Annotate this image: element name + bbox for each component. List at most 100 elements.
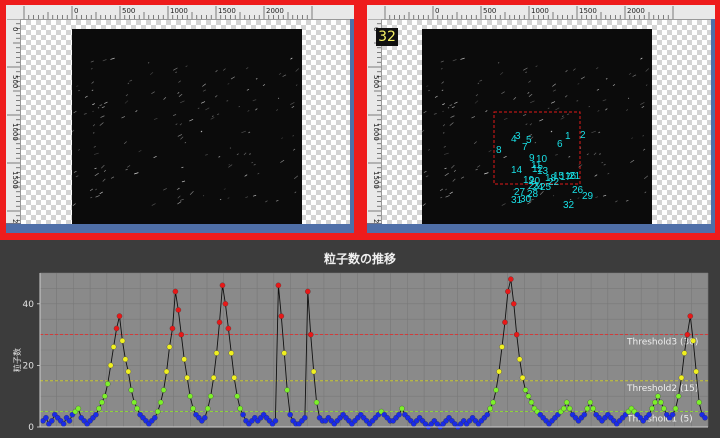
ruler-label: 1000 xyxy=(170,7,188,15)
particle-streak xyxy=(215,69,218,73)
particle-streak xyxy=(200,101,206,104)
particle-id-label: 25 xyxy=(540,182,552,193)
particle-streak xyxy=(282,74,287,77)
ruler-label: 500 xyxy=(11,75,19,88)
particle-streak xyxy=(451,106,455,109)
particle-streak xyxy=(484,172,489,175)
data-point xyxy=(693,368,699,375)
particle-streak xyxy=(529,123,533,126)
data-point xyxy=(502,319,508,326)
particle-streak xyxy=(246,88,250,91)
particle-streak xyxy=(290,102,295,105)
particle-streak xyxy=(552,83,556,87)
particle-streak xyxy=(591,130,597,134)
particle-streak xyxy=(97,107,100,109)
data-point xyxy=(499,344,505,350)
data-point xyxy=(213,350,220,356)
particle-streak xyxy=(184,141,187,144)
particle-streak xyxy=(101,164,105,169)
data-point xyxy=(207,393,214,399)
particle-streak xyxy=(295,84,298,86)
ruler-label: 500 xyxy=(122,7,135,15)
particle-streak xyxy=(631,137,634,139)
particle-streak xyxy=(535,65,538,68)
particle-streak xyxy=(527,92,530,94)
particle-streak xyxy=(615,200,618,203)
data-point xyxy=(122,356,129,362)
particle-streak xyxy=(153,117,158,120)
image-viewer-detected[interactable]: 0500100015002000 0500100015002000 123456… xyxy=(367,5,715,233)
particle-streak xyxy=(453,169,457,173)
particle-id-label: 31 xyxy=(511,195,523,206)
particle-streak xyxy=(245,196,249,199)
image-canvas[interactable]: 1 2 3 4 5 6 7 8 9 10 11 12 13 14 15 16 17 18 19 20 21 22 23 24 2… xyxy=(382,20,711,225)
particle-streak xyxy=(175,71,177,73)
particle-streak xyxy=(129,79,133,82)
data-point xyxy=(128,387,135,393)
horizontal-scrollbar[interactable] xyxy=(367,224,715,233)
particle-streak xyxy=(522,114,527,116)
particle-streak xyxy=(179,100,185,104)
particle-id-label: 14 xyxy=(511,165,523,176)
particle-streak xyxy=(528,93,533,97)
ruler-label: 2000 xyxy=(11,219,19,223)
particle-streak xyxy=(550,101,556,104)
particle-streak xyxy=(110,57,115,60)
data-point xyxy=(237,405,243,412)
data-point xyxy=(590,405,596,412)
particle-streak xyxy=(175,123,178,126)
data-point xyxy=(210,374,217,381)
data-point xyxy=(184,374,190,381)
particle-streak xyxy=(218,156,221,158)
particle-streak xyxy=(555,154,558,156)
particle-count-badge: 32 xyxy=(376,28,398,46)
ruler-label: 2000 xyxy=(627,7,645,15)
particle-streak xyxy=(94,172,99,177)
particle-streak xyxy=(479,79,483,82)
data-point xyxy=(107,362,114,369)
particle-streak xyxy=(163,188,167,191)
particle-streak xyxy=(189,191,194,195)
horizontal-scrollbar[interactable] xyxy=(6,224,354,233)
ruler-label: 1500 xyxy=(372,171,380,189)
data-point xyxy=(584,405,591,412)
particle-streak xyxy=(552,195,555,197)
data-point xyxy=(702,415,708,421)
particle-streak xyxy=(228,164,230,166)
particle-streak xyxy=(257,172,260,175)
particle-streak xyxy=(177,134,183,137)
vertical-scrollbar[interactable] xyxy=(711,19,715,224)
data-point xyxy=(646,411,652,418)
ruler-label: 2000 xyxy=(266,7,284,15)
vertical-scrollbar[interactable] xyxy=(350,19,354,224)
particle-id-label: 4 xyxy=(511,134,517,145)
particle-streak xyxy=(643,175,649,180)
particle-streak xyxy=(197,107,200,109)
data-point xyxy=(313,399,320,406)
particle-streak xyxy=(441,89,444,91)
data-point xyxy=(234,393,240,399)
particle-streak xyxy=(135,110,138,113)
image-viewer-original[interactable]: 0 500 1000 1500 2000 0 500 1000 1500 2000 xyxy=(6,5,354,233)
data-point xyxy=(522,387,529,393)
data-point xyxy=(154,408,161,415)
ruler-label: 1500 xyxy=(579,7,597,15)
particle-streak xyxy=(644,191,647,194)
image-canvas[interactable] xyxy=(21,20,350,225)
ruler-label: 1500 xyxy=(11,171,19,189)
particle-streak xyxy=(173,67,178,71)
particle-streak xyxy=(134,172,139,175)
data-point xyxy=(672,405,679,412)
particle-streak xyxy=(205,154,208,156)
y-tick-label: 0 xyxy=(28,423,34,433)
particle-streak xyxy=(230,76,235,80)
data-point xyxy=(134,405,140,412)
data-point xyxy=(231,374,237,381)
particle-streak xyxy=(440,67,443,70)
particle-streak xyxy=(513,96,517,100)
microscope-image xyxy=(71,29,302,225)
particle-streak xyxy=(248,131,251,134)
particle-streak xyxy=(595,196,599,199)
data-point xyxy=(484,411,491,418)
particle-streak xyxy=(485,110,488,113)
